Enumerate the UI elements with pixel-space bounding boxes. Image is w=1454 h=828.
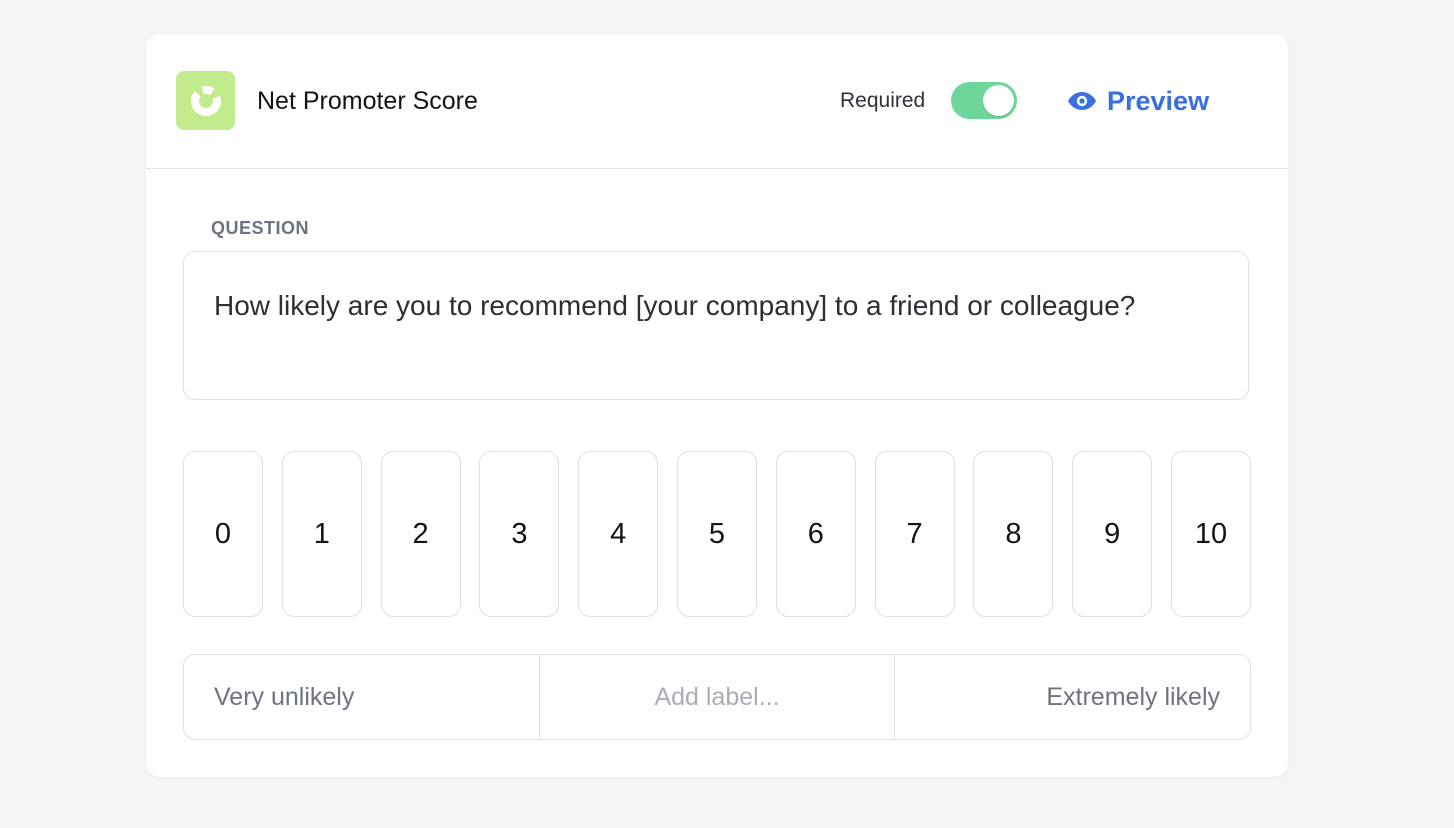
question-section-label: QUESTION <box>211 218 310 238</box>
eye-icon <box>1067 90 1097 112</box>
scale-labels-row: Very unlikely Add label... Extremely lik… <box>183 654 1251 740</box>
score-option-3[interactable]: 3 <box>479 451 560 617</box>
preview-button[interactable]: Preview <box>1067 82 1209 120</box>
score-option-7[interactable]: 7 <box>874 451 955 617</box>
score-option-6[interactable]: 6 <box>775 451 856 617</box>
donut-chart-icon <box>176 71 235 130</box>
required-label: Required <box>840 89 926 112</box>
score-option-9[interactable]: 9 <box>1072 451 1153 617</box>
nps-question-card: Net Promoter Score Required Preview QUES… <box>146 34 1288 777</box>
high-label-field[interactable]: Extremely likely <box>894 655 1250 739</box>
score-option-1[interactable]: 1 <box>281 451 362 617</box>
score-option-0[interactable]: 0 <box>183 451 263 617</box>
required-toggle[interactable] <box>951 82 1017 119</box>
score-option-10[interactable]: 10 <box>1171 451 1251 617</box>
middle-label-field[interactable]: Add label... <box>538 655 895 739</box>
low-label-field[interactable]: Very unlikely <box>184 655 539 739</box>
question-text: How likely are you to recommend [your co… <box>214 290 1136 321</box>
preview-label: Preview <box>1107 86 1210 116</box>
question-text-field[interactable]: How likely are you to recommend [your co… <box>183 251 1249 400</box>
score-scale: 0 1 2 3 4 5 6 7 8 9 10 <box>183 451 1251 617</box>
card-header: Net Promoter Score Required Preview <box>146 34 1288 169</box>
toggle-knob <box>983 85 1014 116</box>
score-option-5[interactable]: 5 <box>677 451 757 617</box>
score-option-2[interactable]: 2 <box>380 451 461 617</box>
question-type-title: Net Promoter Score <box>257 87 478 115</box>
score-option-4[interactable]: 4 <box>578 451 659 617</box>
score-option-8[interactable]: 8 <box>973 451 1054 617</box>
